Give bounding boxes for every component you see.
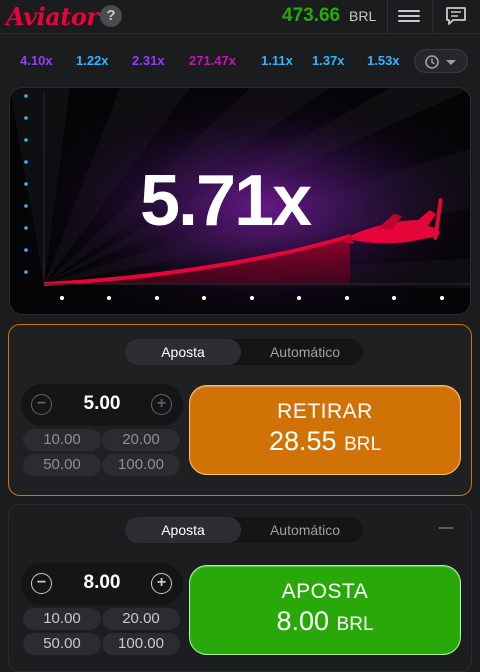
history-multiplier[interactable]: 4.10x [20,53,53,68]
history-multiplier[interactable]: 2.31x [132,53,165,68]
stake-value[interactable]: 5.00 [61,393,143,415]
increase-stake-button[interactable]: + [151,394,172,415]
stake-stepper: − 8.00 + [21,563,183,605]
current-multiplier: 5.71x [140,161,312,241]
history-toggle-button[interactable] [414,49,468,73]
chat-icon[interactable] [444,4,468,28]
history-multiplier[interactable]: 1.11x [261,53,293,68]
game-canvas: 5.71x [9,87,471,315]
tab-auto[interactable]: Automático [247,339,363,365]
divider [432,0,433,34]
tab-auto[interactable]: Automático [247,517,363,543]
top-bar: Aviator ? 473.66 BRL [0,0,480,34]
remove-panel-button[interactable] [439,527,453,529]
tab-bet[interactable]: Aposta [125,339,241,365]
cashout-label: RETIRAR [277,400,373,423]
decrease-stake-button[interactable]: − [31,394,52,415]
round-history: 4.10x 1.22x 2.31x 271.47x 1.11x 1.37x 1.… [0,46,480,74]
cashout-currency: BRL [344,434,382,455]
quick-stake-button[interactable]: 50.00 [23,454,101,476]
history-multiplier[interactable]: 1.53x [367,53,400,68]
help-icon[interactable]: ? [100,5,122,27]
history-clock-icon [425,55,439,69]
bet-label: APOSTA [281,580,369,603]
quick-stake-button[interactable]: 100.00 [102,633,180,655]
balance-amount: 473.66 [282,5,341,26]
quick-stake-button[interactable]: 100.00 [102,454,180,476]
place-bet-button[interactable]: APOSTA 8.00 BRL [189,565,461,655]
quick-stake-button[interactable]: 10.00 [23,429,101,451]
bet-panel-1: Aposta Automático − 5.00 + 10.00 20.00 5… [8,324,472,496]
history-multiplier[interactable]: 1.22x [76,53,109,68]
bet-mode-tabs: Aposta Automático [125,339,363,365]
quick-stake-button[interactable]: 50.00 [23,633,101,655]
stake-value[interactable]: 8.00 [61,572,143,594]
quick-stake-button[interactable]: 20.00 [102,429,180,451]
bet-mode-tabs: Aposta Automático [125,517,363,543]
quick-stake-button[interactable]: 20.00 [102,608,180,630]
cashout-amount: 28.55 [268,426,337,456]
quick-stake-button[interactable]: 10.00 [23,608,101,630]
increase-stake-button[interactable]: + [151,573,172,594]
history-multiplier[interactable]: 271.47x [189,53,236,68]
tab-bet[interactable]: Aposta [125,517,241,543]
menu-icon[interactable] [398,7,420,25]
balance-currency: BRL [349,8,377,24]
decrease-stake-button[interactable]: − [31,573,52,594]
cashout-button[interactable]: RETIRAR 28.55 BRL [189,385,461,475]
bet-currency: BRL [336,614,374,635]
aviator-logo[interactable]: Aviator [6,2,99,31]
history-multiplier[interactable]: 1.37x [312,53,345,68]
chevron-down-icon [446,60,456,65]
stake-stepper: − 5.00 + [21,384,183,426]
divider [387,0,388,34]
bet-panel-2: Aposta Automático − 8.00 + 10.00 20.00 5… [8,504,472,672]
bet-amount: 8.00 [276,606,330,636]
